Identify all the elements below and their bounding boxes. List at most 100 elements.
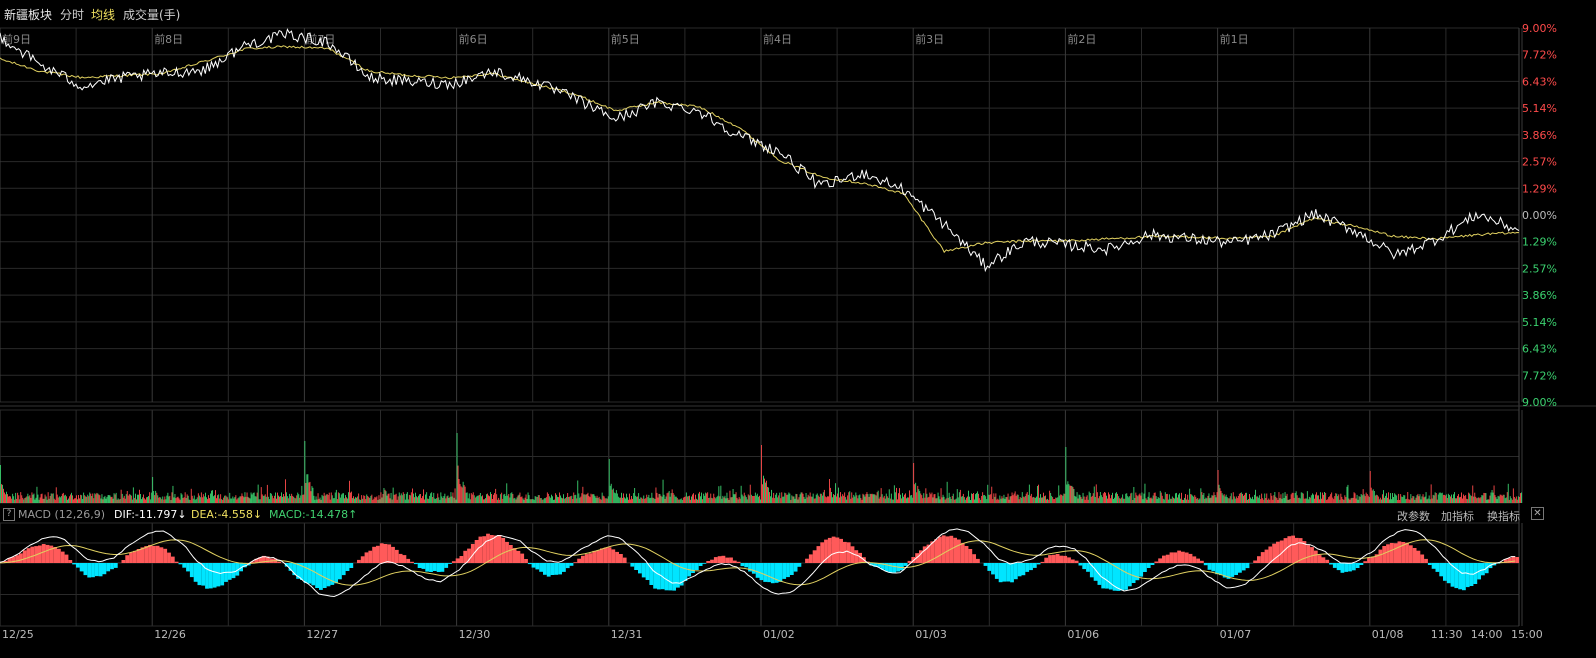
volume-bar [44, 494, 46, 503]
macd-histogram-bar [1306, 545, 1311, 563]
volume-bar [1368, 497, 1370, 503]
macd-histogram-bar [429, 563, 433, 572]
y-tick-label: 2.57% [1522, 156, 1557, 169]
volume-bar [1431, 498, 1433, 503]
volume-bar [196, 497, 198, 503]
volume-bar [416, 496, 417, 503]
volume-bar [960, 496, 962, 503]
volume-bar [602, 495, 604, 503]
volume-bar [1189, 488, 1191, 503]
volume-bar [59, 497, 61, 503]
volume-bar [1134, 498, 1136, 503]
volume-bar [261, 494, 263, 503]
volume-bar [1271, 495, 1273, 503]
volume-bar [1335, 493, 1337, 503]
volume-bar [203, 496, 205, 503]
volume-bar [772, 497, 774, 503]
volume-bar [601, 492, 603, 503]
volume-bar [617, 496, 619, 503]
macd-histogram-bar [1340, 563, 1345, 573]
volume-bar [702, 499, 703, 503]
volume-bar [535, 496, 537, 503]
volume-bar [739, 498, 741, 503]
volume-bar [1205, 497, 1207, 503]
volume-bar [149, 492, 151, 503]
volume-bar [1373, 491, 1375, 503]
volume-bar [90, 493, 92, 503]
macd-histogram-bar [1291, 535, 1295, 563]
volume-bar [1433, 495, 1435, 503]
volume-bar [834, 495, 835, 503]
volume-bar [678, 499, 680, 503]
volume-bar [402, 492, 404, 503]
volume-bar [1128, 497, 1130, 503]
macd-histogram-bar [1348, 563, 1352, 572]
x-time-label: 11:30 [1431, 628, 1463, 641]
macd-histogram-bar [220, 563, 225, 586]
volume-bar [786, 494, 788, 503]
volume-bar [691, 496, 692, 503]
volume-bar [295, 498, 297, 503]
volume-bar [400, 493, 402, 503]
help-button[interactable]: ? [3, 508, 15, 521]
macd-histogram-bar [129, 552, 133, 563]
add-indicator-button[interactable]: 加指标 [1441, 508, 1474, 524]
volume-bar [1340, 493, 1342, 503]
intraday-chart[interactable]: 9.00%7.72%6.43%5.14%3.86%2.57%1.29%0.00%… [0, 0, 1596, 658]
volume-bar [655, 487, 657, 503]
volume-bar [1204, 498, 1206, 503]
volume-bar [434, 498, 436, 503]
volume-bar [49, 496, 51, 503]
swap-indicator-button[interactable]: 换指标 [1487, 508, 1520, 524]
macd-histogram-bar [144, 546, 149, 563]
volume-bar [404, 499, 406, 503]
volume-bar [1439, 492, 1441, 503]
volume-bar [533, 499, 535, 503]
volume-bar [559, 492, 560, 503]
volume-bar [1050, 493, 1052, 503]
volume-bar [55, 487, 57, 503]
volume-bar [1286, 493, 1288, 503]
volume-bar [564, 498, 566, 503]
volume-bar [1047, 498, 1048, 503]
volume-bar [577, 480, 579, 503]
macd-histogram-bar [64, 554, 69, 563]
macd-histogram-bar [376, 545, 380, 563]
volume-bar [1391, 499, 1392, 503]
volume-bar [322, 496, 324, 503]
macd-histogram-bar [789, 563, 794, 575]
change-params-button[interactable]: 改参数 [1397, 508, 1430, 524]
volume-bar [1045, 495, 1046, 503]
volume-bar [920, 493, 922, 503]
volume-bar [512, 494, 514, 503]
volume-bar [1514, 498, 1516, 503]
volume-bar [1453, 494, 1454, 503]
volume-bar [648, 494, 650, 503]
volume-bar [1260, 499, 1262, 503]
macd-histogram-bar [820, 542, 825, 563]
volume-bar [77, 499, 78, 503]
macd-histogram-bar [1165, 554, 1170, 563]
macd-histogram-bar [53, 547, 57, 563]
volume-bar [624, 497, 625, 503]
volume-bar [558, 497, 559, 503]
macd-histogram-bar [558, 563, 562, 575]
x-date-label: 01/03 [915, 628, 947, 641]
volume-bar [988, 494, 990, 503]
volume-bar [1176, 492, 1177, 503]
volume-bar [1245, 492, 1246, 503]
volume-bar [761, 445, 762, 503]
volume-bar [197, 493, 199, 503]
volume-bar [1294, 493, 1296, 503]
volume-bar [839, 497, 840, 503]
volume-bar [594, 496, 596, 503]
volume-bar [279, 496, 280, 503]
volume-bar [1132, 500, 1134, 503]
volume-bar [548, 496, 550, 503]
macd-histogram-bar [1405, 542, 1409, 563]
volume-bar [1521, 492, 1522, 503]
close-icon[interactable]: ✕ [1531, 507, 1544, 520]
volume-bar [798, 497, 800, 503]
volume-bar [462, 481, 464, 503]
volume-bar [1348, 498, 1350, 503]
